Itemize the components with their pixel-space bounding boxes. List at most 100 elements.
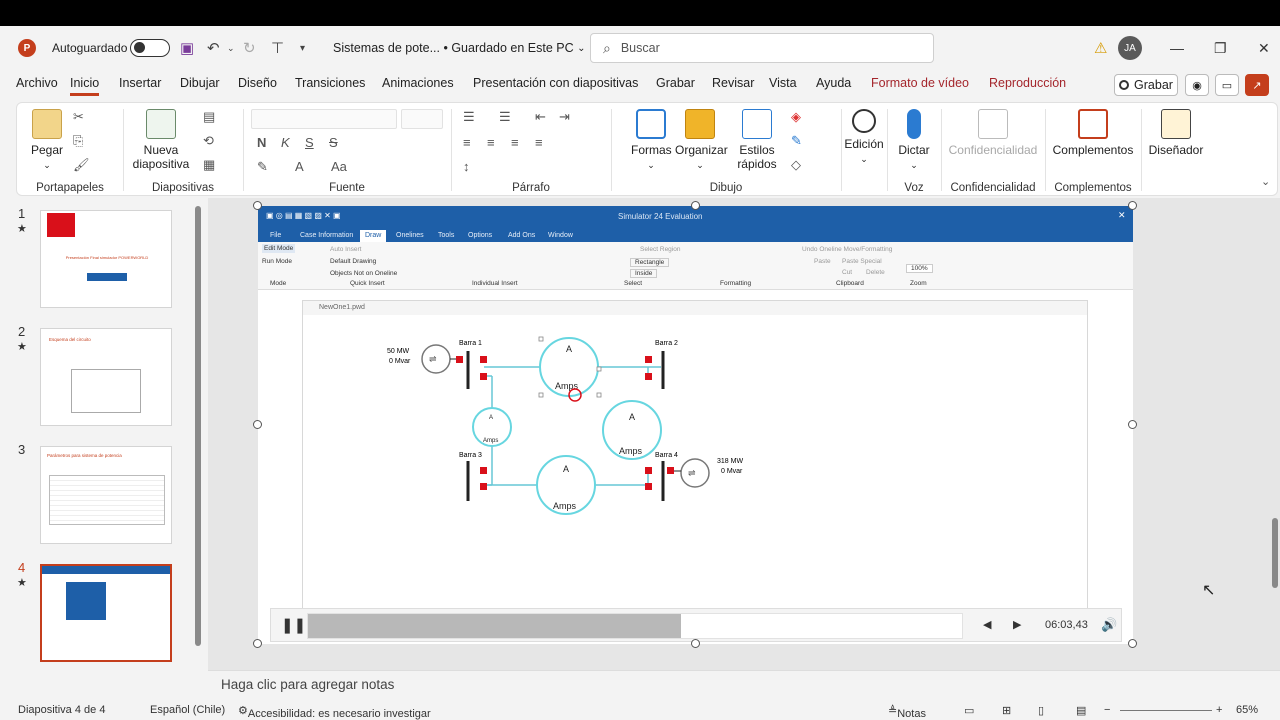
avatar[interactable]: JA [1118, 26, 1142, 70]
comments-icon[interactable]: ▭ [1215, 74, 1239, 96]
font-family-select[interactable] [251, 109, 397, 129]
tab-formato-video[interactable]: Formato de vídeo [871, 76, 969, 90]
present-icon[interactable]: ⊤ [271, 26, 284, 70]
italic-icon[interactable]: K [281, 135, 290, 150]
tab-animaciones[interactable]: Animaciones [382, 76, 454, 90]
resize-handle[interactable] [253, 420, 262, 429]
sensitivity-button[interactable]: Confidencialidad [945, 109, 1041, 157]
slide-thumbnail-4[interactable] [38, 562, 174, 664]
quick-styles-button[interactable]: Estilos rápidos [729, 109, 785, 171]
sim-tab-tools[interactable]: Tools [438, 232, 454, 239]
tab-ayuda[interactable]: Ayuda [816, 76, 851, 90]
strikethrough-icon[interactable]: S [329, 135, 338, 150]
shape-outline-icon[interactable]: ✎ [791, 133, 802, 149]
sim-tab-options[interactable]: Options [468, 232, 492, 239]
align-right-icon[interactable]: ≡ [511, 135, 519, 150]
cut-icon[interactable]: ✂ [73, 109, 84, 125]
addins-button[interactable]: Complementos [1049, 109, 1137, 157]
sim-tab-case-information[interactable]: Case Information [300, 232, 353, 239]
sim-auto-insert[interactable]: Auto Insert [330, 246, 361, 253]
sim-objects-not-on-oneline[interactable]: Objects Not on Oneline [330, 270, 397, 277]
search-box[interactable]: ⌕ Buscar [590, 33, 934, 63]
tab-diseno[interactable]: Diseño [238, 76, 277, 90]
collapse-ribbon-icon[interactable]: ⌄ [1261, 175, 1270, 188]
reset-icon[interactable]: ⟲ [203, 133, 214, 149]
align-center-icon[interactable]: ≡ [487, 135, 495, 150]
sim-tab-draw[interactable]: Draw [360, 230, 387, 242]
bold-icon[interactable]: N [257, 135, 266, 150]
tab-reproduccion[interactable]: Reproducción [989, 76, 1066, 90]
sim-tab-onelines[interactable]: Onelines [396, 232, 424, 239]
volume-icon[interactable]: 🔊 [1101, 617, 1117, 633]
save-icon[interactable]: ▣ [180, 26, 194, 70]
resize-handle[interactable] [253, 639, 262, 648]
status-notes-button[interactable]: ≜ Notas [888, 704, 926, 720]
share-icon[interactable]: ↗ [1245, 74, 1269, 96]
tab-vista[interactable]: Vista [769, 76, 797, 90]
resize-handle[interactable] [1128, 420, 1137, 429]
sim-rectangle-select[interactable]: Rectangle [630, 258, 670, 267]
undo-dropdown-icon[interactable]: ⌄ [227, 26, 235, 70]
document-title[interactable]: Sistemas de pote... • Guardado en Este P… [333, 26, 586, 70]
editing-button[interactable]: Edición ⌄ [841, 109, 887, 165]
resize-handle[interactable] [1128, 201, 1137, 210]
tab-revisar[interactable]: Revisar [712, 76, 754, 90]
format-painter-icon[interactable]: 🖌 [73, 157, 90, 173]
shape-fill-icon[interactable]: ◈ [791, 109, 801, 125]
sim-default-drawing[interactable]: Default Drawing [330, 258, 376, 265]
sim-zoom-input[interactable]: 100% [906, 264, 933, 273]
undo-icon[interactable]: ↶ [207, 26, 220, 70]
zoom-in-icon[interactable]: + [1216, 704, 1222, 716]
justify-icon[interactable]: ≡ [535, 135, 543, 150]
resize-handle[interactable] [691, 201, 700, 210]
outdent-icon[interactable]: ⇥ [559, 109, 570, 125]
slideshow-icon[interactable]: ▤ [1076, 704, 1086, 717]
designer-button[interactable]: Diseñador [1145, 109, 1207, 157]
new-slide-button[interactable]: Nueva diapositiva [129, 109, 193, 171]
tab-presentacion[interactable]: Presentación con diapositivas [473, 76, 638, 90]
tab-grabar[interactable]: Grabar [656, 76, 695, 90]
redo-icon[interactable]: ↻ [243, 26, 256, 70]
shapes-button[interactable]: Formas ⌄ [631, 109, 672, 171]
sim-edit-mode-button[interactable]: Edit Mode [262, 244, 296, 253]
slide-thumbnail-2[interactable]: Esquema del circuito [40, 328, 172, 426]
tab-dibujar[interactable]: Dibujar [180, 76, 220, 90]
arrange-button[interactable]: Organizar ⌄ [675, 109, 728, 171]
status-accessibility[interactable]: ⚙ Accesibilidad: es necesario investigar [238, 704, 431, 720]
minimize-icon[interactable]: — [1170, 26, 1184, 70]
copy-icon[interactable]: ⎘ [73, 133, 83, 149]
bullets-icon[interactable]: ☰ [463, 109, 475, 125]
autosave-toggle[interactable] [130, 26, 170, 70]
sim-select-region[interactable]: Select Region [640, 246, 680, 253]
thumbnails-scrollbar[interactable] [194, 198, 202, 684]
line-spacing-icon[interactable]: ↕ [463, 159, 470, 174]
change-case-icon[interactable]: Aa [331, 159, 347, 174]
oneline-diagram[interactable]: Barra 1 ⇌ 50 MW 0 Mvar Barra 2 Barra 3 B… [303, 315, 1089, 619]
sim-run-mode-button[interactable]: Run Mode [262, 258, 292, 265]
sim-paste[interactable]: Paste [814, 258, 831, 265]
slide-thumbnail-3[interactable]: Parámetros para sistema de potencia [40, 446, 172, 544]
layout-icon[interactable]: ▤ [203, 109, 215, 125]
tab-transiciones[interactable]: Transiciones [295, 76, 365, 90]
normal-view-icon[interactable]: ▭ [964, 704, 974, 717]
sim-paste-special[interactable]: Paste Special [842, 258, 882, 265]
sim-tab-add-ons[interactable]: Add Ons [508, 232, 535, 239]
align-left-icon[interactable]: ≡ [463, 135, 471, 150]
underline-icon[interactable]: S [305, 135, 314, 150]
customize-toolbar-icon[interactable]: ▾ [300, 26, 305, 70]
dictate-button[interactable]: Dictar ⌄ [891, 109, 937, 171]
paste-button[interactable]: Pegar ⌄ [29, 109, 65, 171]
resize-handle[interactable] [253, 201, 262, 210]
resize-handle[interactable] [691, 639, 700, 648]
sim-undo-label[interactable]: Undo Oneline Move/Formatting [802, 246, 892, 253]
font-color-icon[interactable]: A [295, 159, 304, 174]
editor-scrollbar[interactable] [1270, 198, 1280, 670]
tab-archivo[interactable]: Archivo [16, 76, 58, 90]
slide-4[interactable]: Simulator 24 Evaluation ▣ ◎ ▤ ▦ ▧ ▨ ✕ ▣ … [253, 201, 1137, 648]
sim-cut[interactable]: Cut [842, 269, 852, 276]
resize-handle[interactable] [1128, 639, 1137, 648]
video-progress-bar[interactable] [307, 613, 963, 639]
restore-icon[interactable]: ❐ [1214, 26, 1227, 70]
pause-icon[interactable]: ❚❚ [281, 616, 306, 634]
tab-insertar[interactable]: Insertar [119, 76, 161, 90]
